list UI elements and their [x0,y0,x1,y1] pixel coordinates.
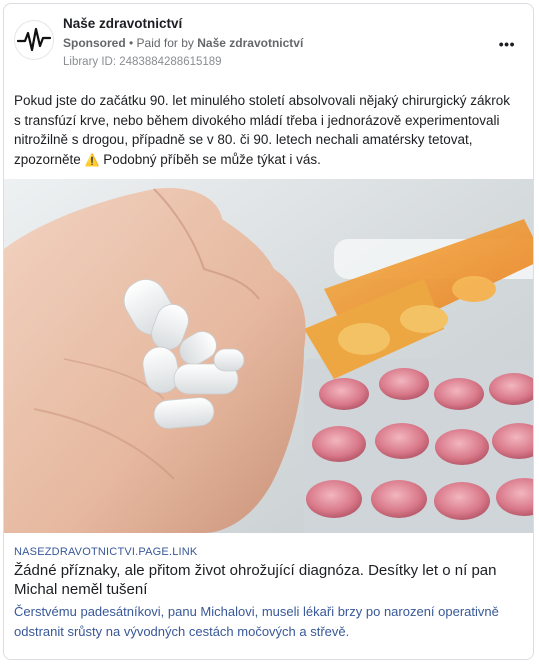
ad-image[interactable] [4,179,533,533]
sponsored-meta: Sponsored • Paid for by Naše zdravotnict… [63,36,303,50]
warning-icon: ⚠️ [84,152,100,167]
link-description[interactable]: Čerstvému padesátníkovi, panu Michalovi,… [14,602,529,642]
post-header: Naše zdravotnictví Sponsored • Paid for … [4,4,533,84]
link-preview[interactable]: NASEZDRAVOTNICTVI.PAGE.LINK Žádné přízna… [4,533,533,659]
sponsored-label: Sponsored [63,36,126,50]
ad-card: Naše zdravotnictví Sponsored • Paid for … [3,3,534,660]
page-name[interactable]: Naše zdravotnictví [63,16,182,31]
paid-for-name: Naše zdravotnictví [197,36,304,50]
pills-in-hand-photo [4,179,533,533]
paid-for-prefix: Paid for by [136,36,198,50]
library-id: Library ID: 2483884288615189 [63,56,222,68]
link-domain[interactable]: NASEZDRAVOTNICTVI.PAGE.LINK [14,546,197,558]
link-headline[interactable]: Žádné příznaky, ale přitom život ohrožuj… [14,561,529,599]
post-text: Pokud jste do začátku 90. let minulého s… [14,91,519,170]
heartbeat-icon [16,27,52,52]
post-text-end: Podobný příběh se může týkat i vás. [99,151,321,167]
page-avatar[interactable] [14,20,54,60]
meta-separator: • [125,36,137,50]
more-options-button[interactable]: ••• [499,36,515,52]
more-horizontal-icon: ••• [498,36,515,52]
